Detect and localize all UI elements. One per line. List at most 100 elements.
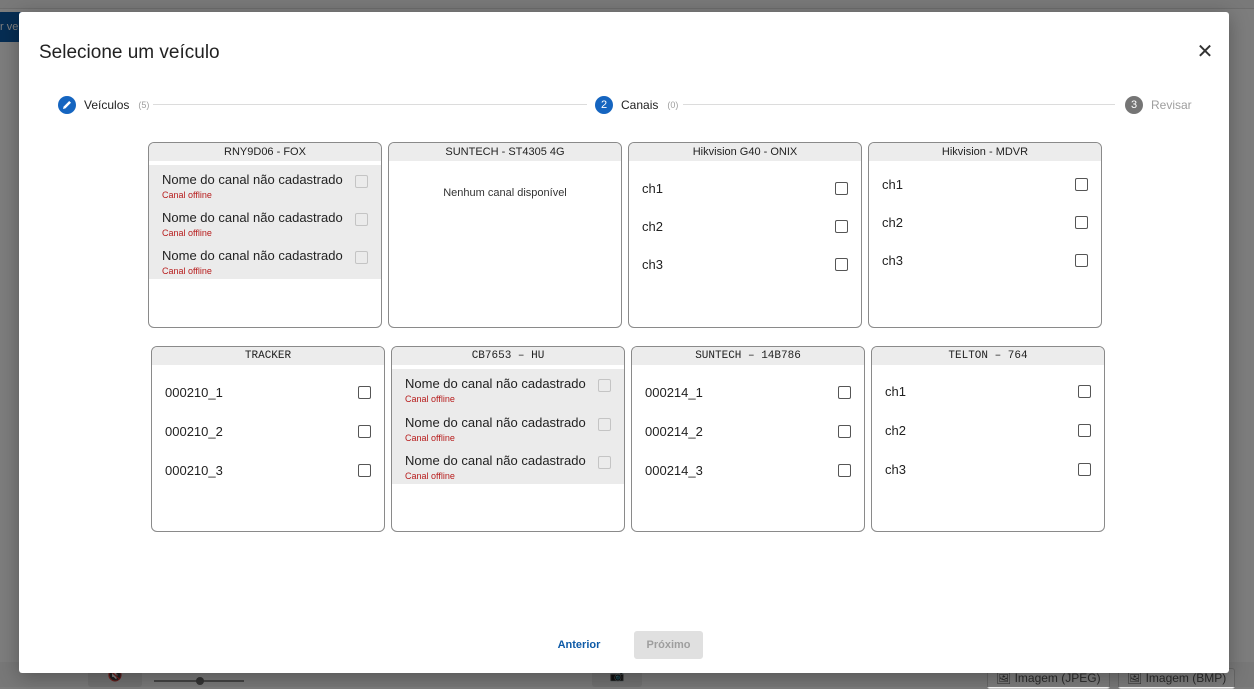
- channel-row[interactable]: 000214_2: [632, 412, 864, 451]
- dialog-title: Selecione um veículo: [39, 42, 220, 63]
- channel-row: Nome do canal não cadastrado Canal offli…: [149, 165, 381, 203]
- step-connector: [153, 104, 587, 105]
- channel-name: ch3: [642, 257, 663, 272]
- step-count: (0): [667, 100, 679, 110]
- channel-checkbox[interactable]: [1078, 463, 1091, 476]
- vehicle-card: SUNTECH – 14B786 000214_1 000214_2 00021…: [631, 346, 865, 532]
- channel-row[interactable]: 000210_3: [152, 451, 384, 490]
- channel-row[interactable]: ch3: [629, 245, 861, 283]
- channel-name: ch3: [882, 253, 903, 268]
- channel-name: Nome do canal não cadastrado: [405, 415, 586, 430]
- channel-status: Canal offline: [405, 433, 455, 443]
- channel-row[interactable]: ch2: [869, 203, 1101, 241]
- vehicle-card-title: SUNTECH – 14B786: [632, 347, 864, 365]
- channel-name: ch2: [885, 423, 906, 438]
- step-label: Canais: [621, 98, 659, 112]
- vehicle-card-title: TRACKER: [152, 347, 384, 365]
- channel-name: 000214_2: [645, 424, 703, 439]
- channel-name: ch1: [642, 181, 663, 196]
- channel-list: 000210_1 000210_2 000210_3: [152, 373, 384, 490]
- channel-row: Nome do canal não cadastrado Canal offli…: [149, 203, 381, 241]
- channel-name: ch3: [885, 462, 906, 477]
- channel-row[interactable]: ch3: [869, 241, 1101, 279]
- channel-checkbox: [598, 379, 611, 392]
- vehicle-card-title: Hikvision G40 - ONIX: [629, 143, 861, 161]
- channel-list: ch1 ch2 ch3: [869, 165, 1101, 279]
- channel-name: Nome do canal não cadastrado: [162, 210, 343, 225]
- select-vehicle-dialog: Selecione um veículo ✕ Veículos (5) 2 Ca…: [19, 12, 1229, 673]
- step-review[interactable]: 3 Revisar: [1125, 95, 1192, 115]
- channel-row[interactable]: 000210_1: [152, 373, 384, 412]
- channel-status: Canal offline: [405, 394, 455, 404]
- channel-checkbox[interactable]: [1075, 178, 1088, 191]
- channel-row[interactable]: ch1: [872, 372, 1104, 411]
- channel-checkbox: [355, 213, 368, 226]
- channel-name: Nome do canal não cadastrado: [405, 376, 586, 391]
- channel-name: ch1: [882, 177, 903, 192]
- channel-row[interactable]: 000214_3: [632, 451, 864, 490]
- channel-row[interactable]: ch1: [869, 165, 1101, 203]
- channel-name: 000210_2: [165, 424, 223, 439]
- channel-checkbox[interactable]: [358, 386, 371, 399]
- previous-button[interactable]: Anterior: [549, 634, 609, 656]
- step-vehicles[interactable]: Veículos (5): [58, 95, 149, 115]
- channel-row[interactable]: ch3: [872, 450, 1104, 489]
- channel-checkbox[interactable]: [1075, 254, 1088, 267]
- channel-checkbox[interactable]: [1078, 385, 1091, 398]
- vehicle-card: TRACKER 000210_1 000210_2 000210_3: [151, 346, 385, 532]
- channel-row[interactable]: ch2: [872, 411, 1104, 450]
- vehicle-card-title: TELTON – 764: [872, 347, 1104, 365]
- channel-name: ch1: [885, 384, 906, 399]
- channel-list: Nome do canal não cadastrado Canal offli…: [392, 369, 624, 484]
- channel-checkbox[interactable]: [835, 258, 848, 271]
- channel-status: Canal offline: [405, 471, 455, 481]
- channel-checkbox: [598, 418, 611, 431]
- vehicle-card-title: Hikvision - MDVR: [869, 143, 1101, 161]
- vehicle-card: RNY9D06 - FOX Nome do canal não cadastra…: [148, 142, 382, 328]
- vehicle-card: Hikvision - MDVR ch1 ch2 ch3: [868, 142, 1102, 328]
- channel-checkbox[interactable]: [835, 220, 848, 233]
- channel-status: Canal offline: [162, 266, 212, 276]
- step-count: (5): [138, 100, 150, 110]
- channel-name: 000214_3: [645, 463, 703, 478]
- vehicle-card: Hikvision G40 - ONIX ch1 ch2 ch3: [628, 142, 862, 328]
- channel-checkbox[interactable]: [358, 464, 371, 477]
- step-channels[interactable]: 2 Canais (0): [595, 95, 678, 115]
- channel-row[interactable]: ch1: [629, 169, 861, 207]
- channel-status: Canal offline: [162, 190, 212, 200]
- channel-name: ch2: [642, 219, 663, 234]
- channel-checkbox[interactable]: [838, 425, 851, 438]
- channel-name: Nome do canal não cadastrado: [162, 172, 343, 187]
- channel-checkbox[interactable]: [838, 386, 851, 399]
- close-icon[interactable]: ✕: [1195, 42, 1215, 62]
- channel-name: Nome do canal não cadastrado: [405, 453, 586, 468]
- vehicle-card: CB7653 – HU Nome do canal não cadastrado…: [391, 346, 625, 532]
- step-label: Veículos: [84, 98, 130, 112]
- step-number: 2: [595, 96, 613, 114]
- channel-name: ch2: [882, 215, 903, 230]
- vehicle-card-title: RNY9D06 - FOX: [149, 143, 381, 161]
- channel-checkbox[interactable]: [1075, 216, 1088, 229]
- channel-checkbox[interactable]: [835, 182, 848, 195]
- channel-checkbox: [355, 175, 368, 188]
- channel-checkbox[interactable]: [1078, 424, 1091, 437]
- channel-checkbox: [598, 456, 611, 469]
- channel-checkbox: [355, 251, 368, 264]
- channel-row: Nome do canal não cadastrado Canal offli…: [392, 369, 624, 408]
- vehicle-card-title: CB7653 – HU: [392, 347, 624, 365]
- channel-row[interactable]: ch2: [629, 207, 861, 245]
- channel-row: Nome do canal não cadastrado Canal offli…: [149, 241, 381, 279]
- next-button[interactable]: Próximo: [634, 631, 703, 659]
- channel-list: ch1 ch2 ch3: [629, 169, 861, 283]
- channel-row[interactable]: 000214_1: [632, 373, 864, 412]
- channel-row: Nome do canal não cadastrado Canal offli…: [392, 408, 624, 446]
- channel-list: ch1 ch2 ch3: [872, 372, 1104, 489]
- channel-list: Nome do canal não cadastrado Canal offli…: [149, 165, 381, 279]
- channel-name: 000214_1: [645, 385, 703, 400]
- pencil-icon: [58, 96, 76, 114]
- channel-checkbox[interactable]: [838, 464, 851, 477]
- channel-row[interactable]: 000210_2: [152, 412, 384, 451]
- channel-status: Canal offline: [162, 228, 212, 238]
- vehicle-card: TELTON – 764 ch1 ch2 ch3: [871, 346, 1105, 532]
- channel-checkbox[interactable]: [358, 425, 371, 438]
